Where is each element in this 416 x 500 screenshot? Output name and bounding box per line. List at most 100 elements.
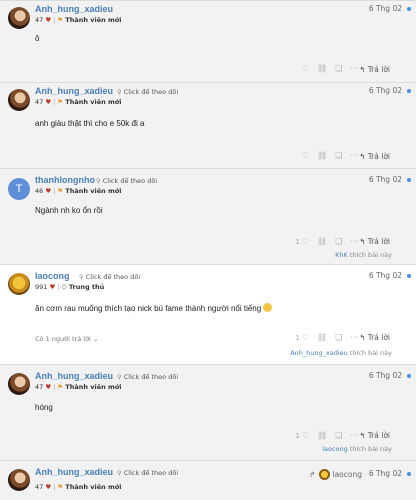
like-total: 47 <box>35 483 44 491</box>
like-total: 47 <box>35 383 44 391</box>
like-icon[interactable]: ♡ <box>302 333 309 342</box>
avatar[interactable] <box>8 373 30 395</box>
post-date[interactable]: 6 Thg 02 <box>369 271 402 280</box>
chevron-down-icon: ⌄ <box>92 335 99 343</box>
follow-label: Click để theo dõi <box>102 177 158 185</box>
likers-suffix: thích bài này <box>349 445 392 453</box>
rank-icon: ⛭ <box>61 283 67 291</box>
username[interactable]: Anh_hung_xadieu <box>35 86 113 96</box>
heart-icon: ♥ <box>45 187 52 195</box>
avatar[interactable] <box>8 7 30 29</box>
post-date[interactable]: 6 Thg 02 <box>369 175 402 184</box>
separator: | <box>53 383 56 391</box>
like-icon[interactable]: ♡ <box>302 431 309 440</box>
link-icon[interactable]: ⛓ <box>317 151 327 160</box>
username[interactable]: Anh_hung_xadieu <box>35 371 113 381</box>
avatar[interactable] <box>8 273 30 295</box>
bookmark-icon[interactable]: ❏ <box>335 333 342 342</box>
bookmark-icon[interactable]: ❏ <box>335 151 342 160</box>
reply-button[interactable]: ↰ Trả lời <box>359 152 390 161</box>
follow-label: Click để theo dõi <box>85 273 141 281</box>
username[interactable]: laocong <box>35 271 70 281</box>
rank-icon: ⚑ <box>57 483 64 491</box>
reply-label: Trả lời <box>367 431 390 440</box>
more-icon[interactable]: ··· <box>350 333 358 342</box>
likers-line: Anh_hung_xadieu thích bài này <box>290 349 392 357</box>
reply-label: Trả lời <box>367 65 390 74</box>
reply-icon: ↰ <box>359 152 366 161</box>
reply-label: Trả lời <box>367 333 390 342</box>
more-icon[interactable]: ··· <box>350 151 358 160</box>
post-date[interactable]: 6 Thg 02 <box>369 86 402 95</box>
avatar[interactable]: T <box>8 178 30 200</box>
follow-button[interactable]: ⚲ Click để theo dõi <box>117 88 178 96</box>
grin-emoji-icon <box>263 303 273 312</box>
more-icon[interactable]: ··· <box>350 237 358 246</box>
post-actions: ♡ ⛓ ❏ ··· <box>302 151 358 160</box>
link-icon[interactable]: ⛓ <box>317 431 327 440</box>
likers-line: laocong thích bài này <box>322 445 392 453</box>
username[interactable]: Anh_hung_xadieu <box>35 4 113 14</box>
follow-label: Click để theo dõi <box>123 469 179 477</box>
liker-name[interactable]: Anh_hung_xadieu <box>290 349 348 357</box>
rank-icon: ⚑ <box>57 98 64 106</box>
user-title: Thành viên mới <box>65 98 122 106</box>
username[interactable]: thanhlongnho <box>35 175 95 185</box>
follow-button[interactable]: ⚲ Click để theo dõi <box>79 273 140 281</box>
post: Anh_hung_xadieu ⚲ Click để theo dõi 47 ♥ |… <box>0 460 416 500</box>
follow-icon: ⚲ <box>117 469 122 477</box>
separator: | <box>53 483 56 491</box>
more-icon[interactable]: ··· <box>350 64 358 73</box>
more-icon[interactable]: ··· <box>350 431 358 440</box>
avatar[interactable] <box>8 469 30 491</box>
reply-button[interactable]: ↰ Trả lời <box>359 333 390 342</box>
user-title: Thành viên mới <box>65 187 122 195</box>
liker-name[interactable]: KhK <box>335 251 348 259</box>
like-icon[interactable]: ♡ <box>302 151 309 160</box>
user-meta: 47 ♥ | ⚑ Thành viên mới <box>35 16 122 24</box>
bookmark-icon[interactable]: ❏ <box>335 64 342 73</box>
avatar[interactable] <box>8 89 30 111</box>
unread-dot <box>407 7 411 11</box>
like-total: 47 <box>35 16 44 24</box>
link-icon[interactable]: ⛓ <box>317 333 327 342</box>
unread-dot <box>407 274 411 278</box>
user-meta: 991 ♥ | ⛭ Trung thủ <box>35 283 104 292</box>
post-date[interactable]: 6 Thg 02 <box>369 4 402 13</box>
separator: | <box>53 16 56 24</box>
user-title: Thành viên mới <box>65 16 122 24</box>
post-date[interactable]: 6 Thg 02 <box>369 371 402 380</box>
reply-button[interactable]: ↰ Trả lời <box>359 237 390 246</box>
post-actions: ♡ ⛓ ❏ ··· <box>302 64 358 73</box>
username[interactable]: Anh_hung_xadieu <box>35 467 113 477</box>
link-icon[interactable]: ⛓ <box>317 64 327 73</box>
reply-button[interactable]: ↰ Trả lời <box>359 65 390 74</box>
follow-icon: ⚲ <box>117 373 122 381</box>
follow-button[interactable]: ⚲ Click để theo dõi <box>117 469 178 477</box>
reply-to-avatar <box>318 469 330 480</box>
post: Anh_hung_xadieu 47 ♥ | ⚑ Thành viên mới 6 … <box>0 0 416 82</box>
liker-name[interactable]: laocong <box>322 445 348 453</box>
link-icon[interactable]: ⛓ <box>317 237 327 246</box>
replies-label: Có 1 người trả lời <box>35 335 91 343</box>
separator: | <box>53 187 56 195</box>
user-meta: 46 ♥ | ⚑ Thành viên mới <box>35 187 122 195</box>
bookmark-icon[interactable]: ❏ <box>335 237 342 246</box>
heart-icon: ♥ <box>45 483 52 491</box>
post-date[interactable]: 6 Thg 02 <box>369 469 402 478</box>
follow-button[interactable]: ⚲ Click để theo dõi <box>96 177 157 185</box>
like-total: 47 <box>35 98 44 106</box>
reply-to-indicator[interactable]: ↱ laocong <box>309 469 362 480</box>
replies-toggle[interactable]: Có 1 người trả lời ⌄ <box>35 335 98 343</box>
separator: | <box>53 98 56 106</box>
post: Anh_hung_xadieu ⚲ Click để theo dõi 47 ♥ |… <box>0 82 416 168</box>
like-icon[interactable]: ♡ <box>302 237 309 246</box>
like-icon[interactable]: ♡ <box>302 64 309 73</box>
rank-icon: ⚑ <box>57 187 64 195</box>
bookmark-icon[interactable]: ❏ <box>335 431 342 440</box>
like-count: 1 <box>295 237 300 246</box>
likers-suffix: thích bài này <box>349 251 392 259</box>
follow-button[interactable]: ⚲ Click để theo dõi <box>117 373 178 381</box>
post-actions: 1 ♡ ⛓ ❏ ··· <box>295 333 358 342</box>
reply-button[interactable]: ↰ Trả lời <box>359 431 390 440</box>
